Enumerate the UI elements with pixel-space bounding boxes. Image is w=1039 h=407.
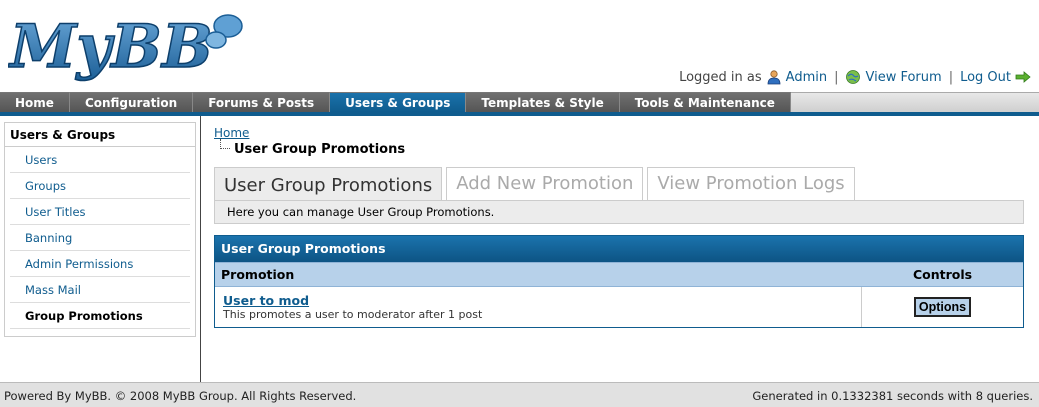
promotion-description: This promotes a user to moderator after … <box>223 308 483 321</box>
table-column-headers: Promotion Controls <box>215 262 1023 287</box>
breadcrumb-current: User Group Promotions <box>214 139 1024 158</box>
options-button[interactable]: Options <box>913 297 972 317</box>
footer-copyright: Powered By MyBB. © 2008 MyBB Group. All … <box>4 389 357 403</box>
column-header-controls: Controls <box>912 267 973 282</box>
sidebar-item-group-promotions[interactable]: Group Promotions <box>10 303 190 329</box>
menu-item-tools-maintenance[interactable]: Tools & Maintenance <box>619 92 791 112</box>
view-forum-link[interactable]: View Forum <box>865 70 941 85</box>
tab-view-promotion-logs[interactable]: View Promotion Logs <box>647 167 855 201</box>
promotions-table: User Group Promotions Promotion Controls… <box>214 235 1024 328</box>
table-title: User Group Promotions <box>215 236 1023 262</box>
tab-add-new-promotion[interactable]: Add New Promotion <box>446 167 644 201</box>
sidebar-title: Users & Groups <box>5 123 195 147</box>
main-content: Home User Group Promotions User Group Pr… <box>214 126 1024 328</box>
logged-in-label: Logged in as <box>679 69 762 85</box>
menu-item-templates-style[interactable]: Templates & Style <box>466 92 620 112</box>
menu-item-forums-posts[interactable]: Forums & Posts <box>193 92 331 112</box>
separator: | <box>834 69 839 85</box>
footer-generated: Generated in 0.1332381 seconds with 8 qu… <box>752 389 1033 403</box>
column-header-promotion: Promotion <box>221 267 295 282</box>
menu-item-configuration[interactable]: Configuration <box>69 92 194 112</box>
sidebar-nav: Users & Groups Users Groups User Titles … <box>4 122 196 337</box>
sidebar-item-admin-permissions[interactable]: Admin Permissions <box>10 251 190 277</box>
arrow-right-icon <box>1015 69 1031 85</box>
separator: | <box>948 69 954 85</box>
globe-icon <box>845 69 861 85</box>
menu-item-users-groups[interactable]: Users & Groups <box>330 92 467 112</box>
log-out-link[interactable]: Log Out <box>960 70 1011 85</box>
logo-text: MyBB <box>8 12 213 82</box>
table-row: User to mod This promotes a user to mode… <box>215 287 1023 327</box>
controls-cell: Options <box>862 287 1023 327</box>
breadcrumb-current-label: User Group Promotions <box>234 142 406 157</box>
sidebar-item-groups[interactable]: Groups <box>10 173 190 199</box>
sidebar-item-user-titles[interactable]: User Titles <box>10 199 190 225</box>
menu-item-home[interactable]: Home <box>0 92 70 112</box>
welcome-bar: Logged in as Admin | View Forum | Log Ou… <box>679 69 1031 85</box>
tab-description: Here you can manage User Group Promotion… <box>214 200 1024 224</box>
tab-bar: User Group Promotions Add New Promotion … <box>214 167 855 203</box>
tab-user-group-promotions[interactable]: User Group Promotions <box>214 167 443 203</box>
sidebar: Users & Groups Users Groups User Titles … <box>0 116 201 382</box>
breadcrumb-home-link[interactable]: Home <box>214 126 1024 142</box>
promotion-cell: User to mod This promotes a user to mode… <box>215 287 862 327</box>
sidebar-item-banning[interactable]: Banning <box>10 225 190 251</box>
admin-user-link[interactable]: Admin <box>786 70 827 85</box>
sidebar-item-mass-mail[interactable]: Mass Mail <box>10 277 190 303</box>
main-menu: Home Configuration Forums & Posts Users … <box>0 92 1039 116</box>
footer: Powered By MyBB. © 2008 MyBB Group. All … <box>0 382 1039 407</box>
promotion-title-link[interactable]: User to mod <box>223 293 853 308</box>
sidebar-item-users[interactable]: Users <box>10 147 190 173</box>
mybb-logo[interactable]: MyBB <box>7 4 248 84</box>
header: MyBB Logged in as Admin | View Forum | L… <box>0 0 1039 92</box>
tree-connector <box>220 139 230 149</box>
user-icon <box>766 69 782 85</box>
menu-filler <box>790 92 1039 112</box>
